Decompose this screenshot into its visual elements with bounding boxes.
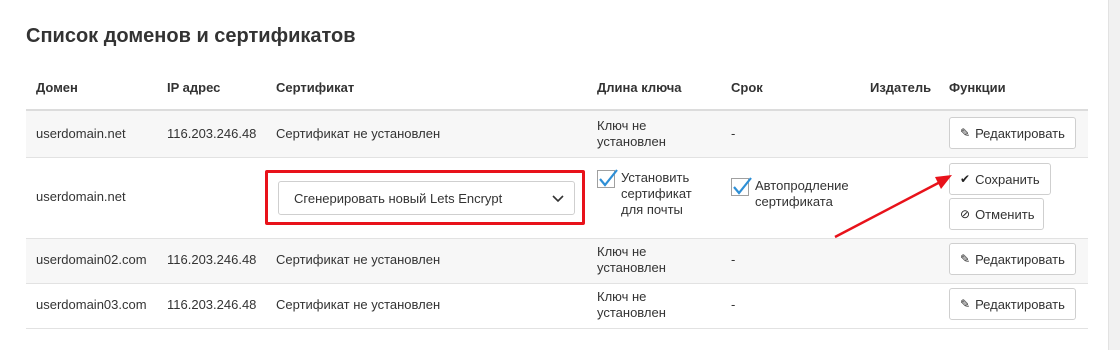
autorenew-checkbox[interactable]	[731, 177, 752, 196]
edit-button[interactable]: ✎ Редактировать	[949, 117, 1076, 149]
edit-button-label: Редактировать	[975, 296, 1065, 312]
ip-cell: 116.203.246.48	[167, 297, 257, 312]
certificate-select[interactable]: Сгенерировать новый Lets Encrypt	[278, 181, 575, 215]
autorenew-label-line1: Автопродление	[755, 178, 849, 193]
edit-button-label: Редактировать	[975, 251, 1065, 267]
certificate-select-value: Сгенерировать новый Lets Encrypt	[294, 190, 503, 206]
certificate-cell: Сертификат не установлен	[276, 252, 441, 267]
cancel-button[interactable]: ⊘ Отменить	[949, 198, 1044, 230]
mail-certificate-checkbox[interactable]	[597, 169, 618, 188]
annotation-highlight-box: Сгенерировать новый Lets Encrypt	[265, 170, 585, 225]
key-length-cell-line2: установлен	[597, 305, 666, 320]
pencil-icon: ✎	[960, 252, 971, 266]
edit-button[interactable]: ✎ Редактировать	[949, 243, 1076, 275]
cancel-button-label: Отменить	[975, 206, 1035, 222]
page-title: Список доменов и сертификатов	[26, 25, 356, 47]
mail-certificate-label-line3: для почты	[621, 202, 683, 217]
column-header-ip: IP адрес	[167, 80, 221, 95]
mail-certificate-label-line1: Установить	[621, 170, 690, 185]
term-cell: -	[731, 126, 736, 141]
certificate-cell: Сертификат не установлен	[276, 297, 441, 312]
key-length-cell-line2: установлен	[597, 134, 666, 149]
save-button-label: Сохранить	[975, 171, 1040, 187]
column-header-certificate: Сертификат	[276, 80, 355, 95]
column-header-functions: Функции	[949, 80, 1006, 95]
ip-cell: 116.203.246.48	[167, 126, 257, 141]
pencil-icon: ✎	[960, 297, 971, 311]
term-cell: -	[731, 252, 736, 267]
ban-icon: ⊘	[960, 207, 971, 221]
domain-cell: userdomain03.com	[36, 297, 147, 312]
column-header-domain: Домен	[36, 80, 78, 95]
mail-certificate-label-line2: сертификат	[621, 186, 692, 201]
checkmark-icon	[733, 177, 752, 195]
ip-cell: 116.203.246.48	[167, 252, 257, 267]
certificate-cell: Сертификат не установлен	[276, 126, 441, 141]
column-header-term: Срок	[731, 80, 763, 95]
term-cell: -	[731, 297, 736, 312]
domain-cell: userdomain02.com	[36, 252, 147, 267]
scrollbar-track[interactable]	[1108, 0, 1120, 350]
check-icon: ✔	[960, 172, 971, 186]
column-header-issuer: Издатель	[870, 80, 932, 95]
autorenew-label-line2: сертификата	[755, 194, 833, 209]
key-length-cell-line2: установлен	[597, 260, 666, 275]
checkmark-icon	[599, 169, 618, 187]
column-header-key-length: Длина ключа	[597, 80, 682, 95]
save-button[interactable]: ✔ Сохранить	[949, 163, 1051, 195]
domain-cell: userdomain.net	[36, 189, 126, 204]
pencil-icon: ✎	[960, 126, 971, 140]
edit-button-label: Редактировать	[975, 125, 1065, 141]
edit-button[interactable]: ✎ Редактировать	[949, 288, 1076, 320]
chevron-down-icon	[552, 195, 564, 203]
row-divider	[26, 328, 1088, 329]
domain-cell: userdomain.net	[36, 126, 126, 141]
